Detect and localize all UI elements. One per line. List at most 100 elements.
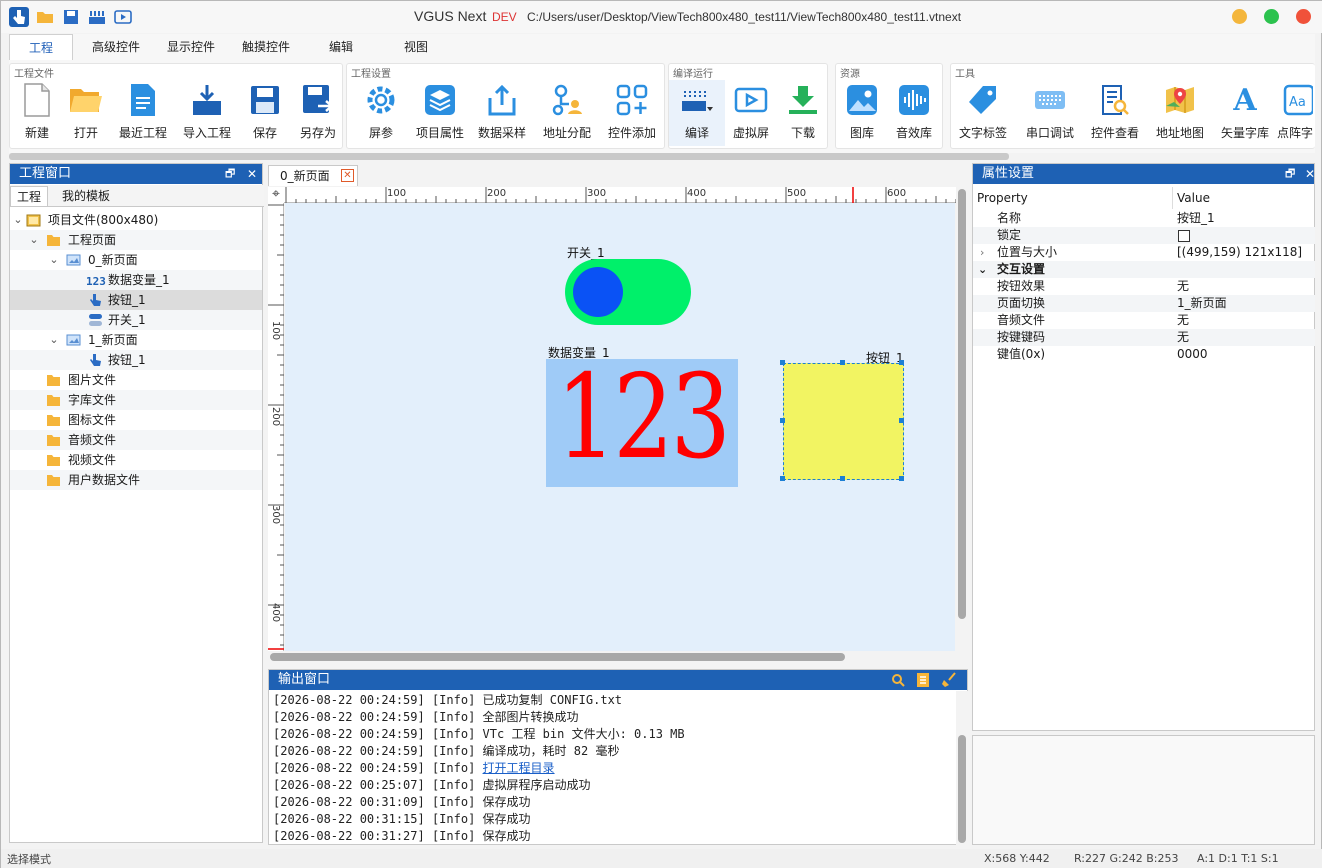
property-row[interactable]: 页面切换 1_新页面 xyxy=(973,295,1315,312)
close-tab-icon[interactable]: ✕ xyxy=(341,169,354,182)
tree-item-switch[interactable]: 开关_1 xyxy=(10,310,262,330)
tab-view[interactable]: 视图 xyxy=(384,34,448,60)
property-category[interactable]: ⌄ 交互设置 xyxy=(973,261,1315,278)
scroll-thumb[interactable] xyxy=(958,189,966,619)
open-folder-icon[interactable] xyxy=(35,7,55,27)
ribbon-scrollbar[interactable] xyxy=(9,153,1009,160)
project-properties-button[interactable]: 项目属性 xyxy=(410,80,470,146)
sound-library-button[interactable]: 音效库 xyxy=(884,80,944,146)
lock-checkbox[interactable] xyxy=(1178,230,1190,242)
compile-button[interactable]: 编译 xyxy=(669,80,725,146)
column-divider[interactable] xyxy=(1172,187,1173,209)
tree-item-icons[interactable]: 图标文件 xyxy=(10,410,262,430)
close-icon[interactable]: ✕ xyxy=(1305,164,1315,184)
collapse-chevron-icon[interactable]: ⌄ xyxy=(12,210,24,230)
resize-handle[interactable] xyxy=(840,360,845,365)
property-row[interactable]: 音频文件 无 xyxy=(973,312,1315,329)
vector-font-button[interactable]: A 矢量字库 xyxy=(1215,80,1275,146)
add-control-button[interactable]: 控件添加 xyxy=(602,80,662,146)
clear-broom-icon[interactable] xyxy=(941,672,957,688)
switch-widget[interactable] xyxy=(565,259,691,325)
property-row[interactable]: 按钮效果 无 xyxy=(973,278,1315,295)
tree-item-button-selected[interactable]: 按钮_1 xyxy=(10,290,262,310)
text-label-button[interactable]: 文字标签 xyxy=(953,80,1013,146)
close-button[interactable] xyxy=(1296,9,1311,24)
resize-handle[interactable] xyxy=(899,418,904,423)
scroll-thumb[interactable] xyxy=(270,653,845,661)
property-row[interactable]: 按键键码 无 xyxy=(973,329,1315,346)
tree-item-images[interactable]: 图片文件 xyxy=(10,370,262,390)
restore-icon[interactable]: 🗗 xyxy=(1285,164,1295,184)
design-canvas[interactable]: 开关_1 数据变量_1 123 按钮_1 xyxy=(285,203,955,651)
open-button[interactable]: 打开 xyxy=(56,80,116,146)
scroll-thumb[interactable] xyxy=(958,735,966,843)
tab-project-tree[interactable]: 工程 xyxy=(10,186,49,206)
maximize-button[interactable] xyxy=(1264,9,1279,24)
download-button[interactable]: 下载 xyxy=(773,80,833,146)
close-icon[interactable]: ✕ xyxy=(247,164,257,184)
tree-item-page-0[interactable]: ⌄ 0_新页面 xyxy=(10,250,262,270)
resize-handle[interactable] xyxy=(780,418,785,423)
tab-my-templates[interactable]: 我的模板 xyxy=(56,186,116,206)
serial-debug-button[interactable]: 串口调试 xyxy=(1020,80,1080,146)
tree-item-fonts[interactable]: 字库文件 xyxy=(10,390,262,410)
address-map-button[interactable]: 地址地图 xyxy=(1150,80,1210,146)
open-project-dir-link[interactable]: 打开工程目录 xyxy=(483,761,555,775)
button-widget-selected[interactable] xyxy=(780,360,904,481)
number-variable-widget[interactable]: 123 xyxy=(546,359,738,487)
tree-item-project[interactable]: ⌄ 项目文件(800x480) xyxy=(10,210,262,230)
document-tab[interactable]: 0_新页面 ✕ xyxy=(268,165,358,186)
virtual-screen-button[interactable]: 虚拟屏 xyxy=(721,80,781,146)
play-screen-icon xyxy=(733,82,769,118)
property-row[interactable]: 锁定 xyxy=(973,227,1315,244)
tree-item-button-page1[interactable]: 按钮_1 xyxy=(10,350,262,370)
simulator-icon[interactable] xyxy=(113,7,133,27)
tab-edit[interactable]: 编辑 xyxy=(309,34,373,60)
tree-item-pages[interactable]: ⌄ 工程页面 xyxy=(10,230,262,250)
property-row[interactable]: › 位置与大小 [(499,159) 121x118] xyxy=(973,244,1315,261)
tab-display-controls[interactable]: 显示控件 xyxy=(159,34,223,60)
control-view-button[interactable]: 控件查看 xyxy=(1085,80,1145,146)
canvas-horizontal-scrollbar[interactable] xyxy=(268,651,956,663)
compile-icon[interactable] xyxy=(87,7,107,27)
save-button[interactable]: 保存 xyxy=(235,80,295,146)
tree-item-page-1[interactable]: ⌄ 1_新页面 xyxy=(10,330,262,350)
property-row[interactable]: 名称 按钮_1 xyxy=(973,210,1315,227)
collapse-chevron-icon[interactable]: ⌄ xyxy=(28,230,40,250)
resize-handle[interactable] xyxy=(780,476,785,481)
import-project-button[interactable]: 导入工程 xyxy=(177,80,237,146)
ruler-origin-icon[interactable]: ⌖ xyxy=(268,187,284,203)
tab-project[interactable]: 工程 xyxy=(9,34,73,60)
tree-item-audio[interactable]: 音频文件 xyxy=(10,430,262,450)
tree-item-number-var[interactable]: 123 数据变量_1 xyxy=(10,270,262,290)
canvas-vertical-scrollbar[interactable] xyxy=(956,187,968,653)
restore-icon[interactable]: 🗗 xyxy=(225,164,235,184)
search-icon[interactable] xyxy=(891,673,905,687)
image-library-button[interactable]: 图库 xyxy=(832,80,892,146)
bitmap-font-button[interactable]: Aa 点阵字 xyxy=(1277,80,1315,146)
save-icon[interactable] xyxy=(61,7,81,27)
collapse-chevron-icon[interactable]: ⌄ xyxy=(978,261,987,278)
tree-item-user-data[interactable]: 用户数据文件 xyxy=(10,470,262,490)
keyboard-icon xyxy=(1032,82,1068,118)
screen-params-button[interactable]: 屏参 xyxy=(351,80,411,146)
resize-handle[interactable] xyxy=(899,476,904,481)
expand-chevron-icon[interactable]: › xyxy=(980,244,984,261)
data-sampling-button[interactable]: 数据采样 xyxy=(472,80,532,146)
resize-handle[interactable] xyxy=(899,360,904,365)
address-allocation-button[interactable]: 地址分配 xyxy=(537,80,597,146)
resize-handle[interactable] xyxy=(840,476,845,481)
output-scrollbar[interactable] xyxy=(956,691,968,845)
collapse-chevron-icon[interactable]: ⌄ xyxy=(48,330,60,350)
save-as-button[interactable]: 另存为 xyxy=(288,80,348,146)
log-file-icon[interactable] xyxy=(916,672,930,688)
tab-advanced-controls[interactable]: 高级控件 xyxy=(84,34,148,60)
collapse-chevron-icon[interactable]: ⌄ xyxy=(48,250,60,270)
app-logo-icon[interactable] xyxy=(9,7,29,27)
tree-item-video[interactable]: 视频文件 xyxy=(10,450,262,470)
recent-projects-button[interactable]: 最近工程 xyxy=(113,80,173,146)
resize-handle[interactable] xyxy=(780,360,785,365)
minimize-button[interactable] xyxy=(1232,9,1247,24)
property-row[interactable]: 键值(0x) 0000 xyxy=(973,346,1315,363)
tab-touch-controls[interactable]: 触摸控件 xyxy=(234,34,298,60)
